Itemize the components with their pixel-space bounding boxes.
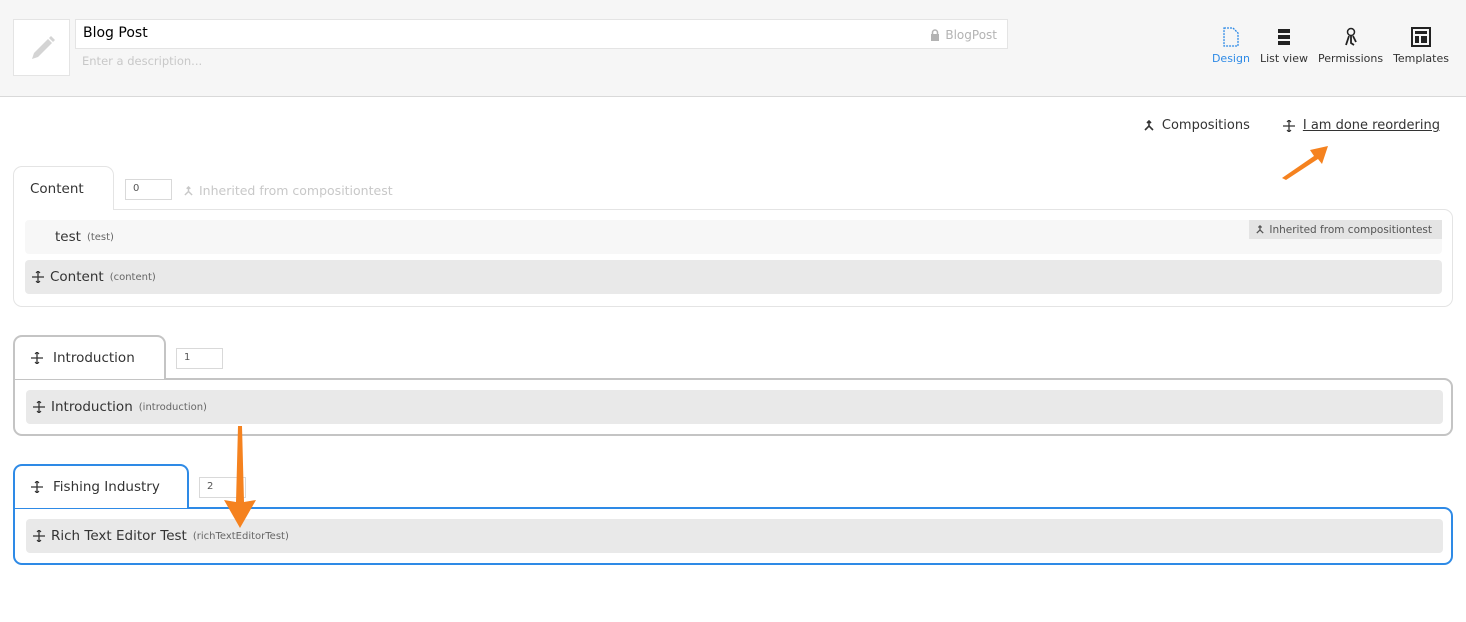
nav-templates[interactable]: Templates bbox=[1388, 25, 1454, 65]
move-icon[interactable] bbox=[33, 401, 45, 413]
move-icon[interactable] bbox=[31, 481, 43, 493]
move-icon[interactable] bbox=[33, 530, 45, 542]
annotation-arrow-icon bbox=[1282, 146, 1328, 180]
nav-design[interactable]: Design bbox=[1207, 25, 1255, 65]
lock-icon bbox=[931, 29, 940, 41]
list-icon bbox=[1277, 29, 1290, 45]
group-tab[interactable]: Content bbox=[13, 166, 114, 210]
sort-order-input[interactable]: 2 bbox=[199, 477, 246, 498]
property-row[interactable]: Introduction (introduction) bbox=[26, 390, 1443, 424]
document-icon bbox=[1223, 27, 1239, 47]
group-properties: test (test) Inherited from compositionte… bbox=[13, 209, 1453, 307]
property-row: test (test) Inherited from compositionte… bbox=[25, 220, 1442, 254]
sort-order-input[interactable]: 1 bbox=[176, 348, 223, 369]
content-type-header: Blog Post BlogPost Enter a description..… bbox=[0, 0, 1466, 97]
move-icon bbox=[1282, 119, 1295, 132]
move-icon[interactable] bbox=[32, 271, 44, 283]
merge-icon bbox=[184, 185, 193, 196]
content-type-nav: Design List view Permissions Templates bbox=[1207, 25, 1454, 65]
compositions-button[interactable]: Compositions bbox=[1144, 118, 1250, 133]
alias-value: BlogPost bbox=[945, 28, 997, 42]
name-input[interactable]: Blog Post BlogPost bbox=[75, 19, 1008, 49]
nav-permissions[interactable]: Permissions bbox=[1313, 25, 1388, 65]
inherited-badge: Inherited from compositiontest bbox=[1249, 220, 1442, 239]
pencil-icon bbox=[31, 35, 55, 59]
group-properties: Rich Text Editor Test (richTextEditorTes… bbox=[13, 507, 1453, 565]
property-row[interactable]: Rich Text Editor Test (richTextEditorTes… bbox=[26, 519, 1443, 553]
group-properties: Introduction (introduction) bbox=[13, 378, 1453, 436]
group-tab[interactable]: Introduction bbox=[13, 335, 166, 379]
design-toolbar: Compositions I am done reordering bbox=[1144, 118, 1440, 133]
done-reordering-button[interactable]: I am done reordering bbox=[1282, 118, 1440, 133]
sort-order-input[interactable]: 0 bbox=[125, 179, 172, 200]
group-tab[interactable]: Fishing Industry bbox=[13, 464, 189, 508]
merge-icon bbox=[1256, 225, 1265, 234]
nav-list-view[interactable]: List view bbox=[1255, 25, 1313, 65]
merge-icon bbox=[1144, 120, 1154, 131]
name-value: Blog Post bbox=[83, 25, 148, 41]
keys-icon bbox=[1344, 27, 1357, 46]
inherited-label: Inherited from compositiontest bbox=[184, 183, 393, 198]
description-input[interactable]: Enter a description... bbox=[82, 54, 202, 68]
template-icon bbox=[1411, 27, 1432, 47]
move-icon[interactable] bbox=[31, 352, 43, 364]
alias-field[interactable]: BlogPost bbox=[930, 28, 997, 42]
property-row[interactable]: Content (content) bbox=[25, 260, 1442, 294]
icon-picker-button[interactable] bbox=[13, 19, 70, 76]
